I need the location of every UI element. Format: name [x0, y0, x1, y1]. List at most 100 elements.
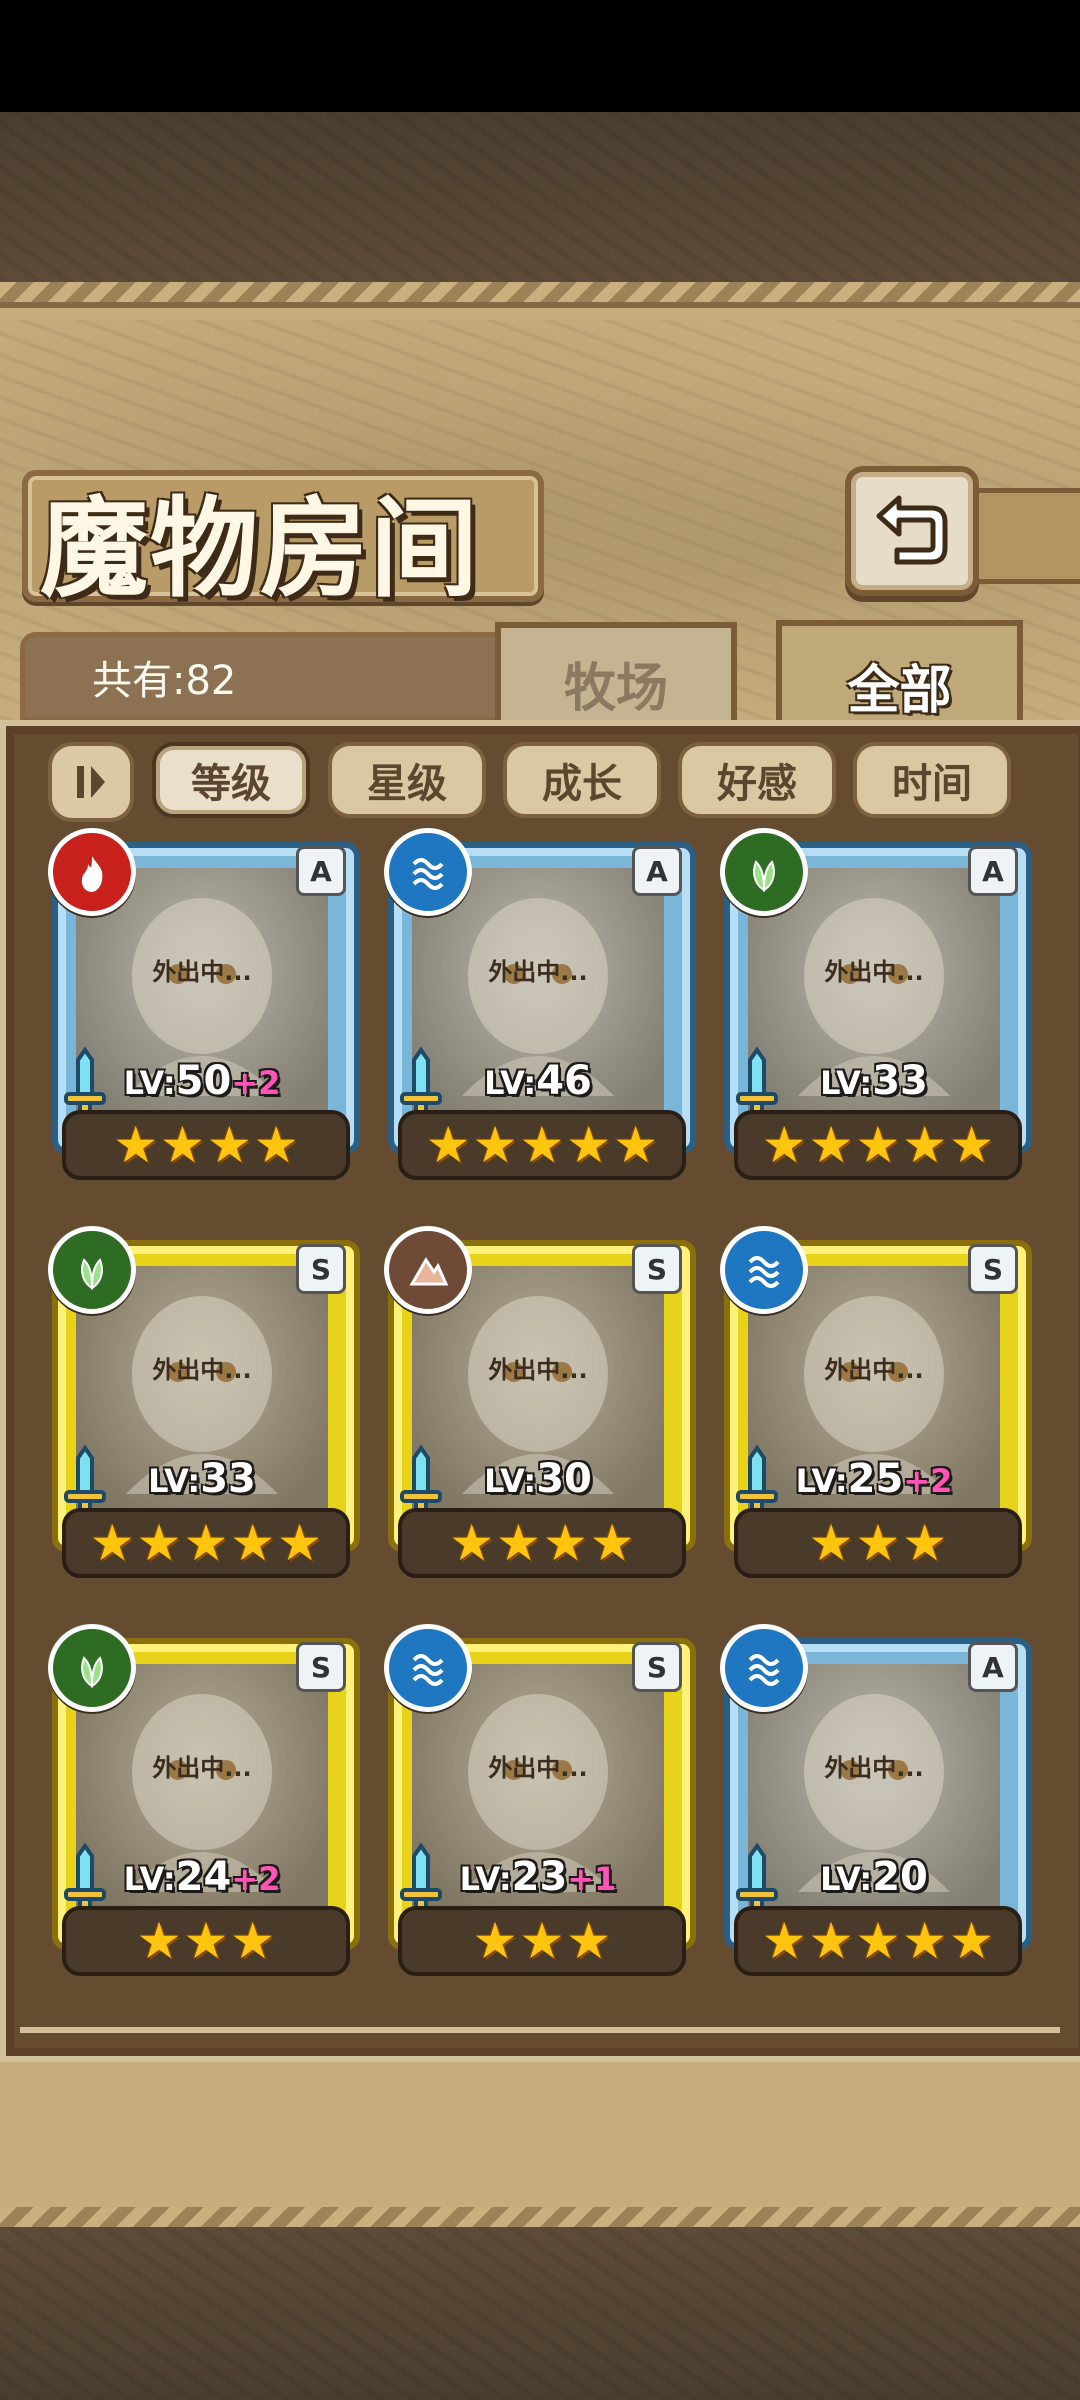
rank-badge: A: [632, 846, 682, 896]
star-icon: ★: [902, 1514, 948, 1572]
sort-level-button[interactable]: 等级: [152, 742, 310, 818]
water-element-badge: [720, 1624, 808, 1712]
level-text: LV:23+1: [388, 1854, 688, 1900]
star-rating: ★ ★ ★: [62, 1906, 350, 1976]
level-label: LV:: [820, 1064, 873, 1102]
level-bonus: +2: [231, 1860, 281, 1898]
level-text: LV:30: [388, 1456, 688, 1502]
level-label: LV:: [123, 1064, 176, 1102]
star-icon: ★: [230, 1912, 276, 1970]
star-icon: ★: [949, 1116, 995, 1174]
sort-growth-button[interactable]: 成长: [503, 742, 661, 818]
star-icon: ★: [761, 1912, 807, 1970]
level-value: 30: [536, 1456, 592, 1502]
water-element-icon: [748, 1654, 780, 1686]
monster-card[interactable]: 外出中... S LV:23+1 ★ ★ ★: [384, 1624, 696, 1978]
wood-element-icon: [81, 1258, 103, 1290]
star-icon: ★: [902, 1116, 948, 1174]
star-icon: ★: [113, 1116, 159, 1174]
star-rating: ★ ★ ★ ★ ★: [734, 1110, 1022, 1180]
level-text: LV:33: [724, 1058, 1024, 1104]
water-element-icon: [412, 858, 444, 890]
level-value: 25: [847, 1456, 904, 1502]
star-icon: ★: [160, 1116, 205, 1174]
star-icon: ★: [253, 1116, 299, 1174]
star-icon: ★: [496, 1514, 541, 1572]
status-label: 外出中...: [488, 1754, 588, 1782]
sort-affection-button[interactable]: 好感: [678, 742, 836, 818]
star-icon: ★: [808, 1116, 854, 1174]
monster-card[interactable]: 外出中... S LV:24+2 ★ ★ ★: [48, 1624, 360, 1978]
star-icon: ★: [449, 1514, 495, 1572]
page-title: 魔物房间: [40, 486, 481, 612]
rank-badge: A: [968, 1642, 1018, 1692]
monster-count: 共有:82: [92, 658, 237, 704]
wood-element-icon: [81, 1656, 103, 1688]
star-rating: ★ ★ ★ ★: [398, 1508, 686, 1578]
star-icon: ★: [855, 1514, 901, 1572]
star-icon: ★: [613, 1116, 659, 1174]
star-rating: ★ ★ ★ ★: [62, 1110, 350, 1180]
status-label: 外出中...: [488, 958, 588, 986]
water-element-badge: [384, 828, 472, 916]
monster-card[interactable]: 外出中... A LV:33 ★ ★ ★ ★ ★: [720, 828, 1032, 1182]
sort-star-button[interactable]: 星级: [328, 742, 486, 818]
level-text: LV:50+2: [52, 1058, 352, 1104]
sort-toggle-button[interactable]: [48, 742, 134, 822]
wood-element-badge: [48, 1226, 136, 1314]
star-icon: ★: [902, 1912, 948, 1970]
star-icon: ★: [855, 1912, 901, 1970]
level-label: LV:: [123, 1860, 176, 1898]
status-label: 外出中...: [152, 1356, 252, 1384]
water-element-badge: [720, 1226, 808, 1314]
star-icon: ★: [183, 1912, 229, 1970]
water-element-icon: [748, 1256, 780, 1288]
monster-card[interactable]: 外出中... S LV:30 ★ ★ ★ ★: [384, 1226, 696, 1580]
level-label: LV:: [484, 1064, 537, 1102]
monster-card[interactable]: 外出中... A LV:50+2 ★ ★ ★ ★: [48, 828, 360, 1182]
status-label: 外出中...: [488, 1356, 588, 1384]
earth-element-badge: [384, 1226, 472, 1314]
monster-card[interactable]: 外出中... A LV:46 ★ ★ ★ ★ ★: [384, 828, 696, 1182]
star-icon: ★: [230, 1514, 276, 1572]
status-label: 外出中...: [824, 958, 924, 986]
level-label: LV:: [795, 1462, 848, 1500]
level-label: LV:: [820, 1860, 873, 1898]
back-button[interactable]: [845, 466, 979, 596]
top-background: [0, 112, 1080, 302]
sort-bar: 等级 星级 成长 好感 时间: [48, 742, 1048, 822]
back-arrow-icon: [876, 495, 948, 565]
star-icon: ★: [808, 1514, 854, 1572]
fire-element-badge: [48, 828, 136, 916]
level-label: LV:: [484, 1462, 537, 1500]
status-bar: [0, 0, 1080, 112]
level-bonus: +2: [903, 1462, 953, 1500]
star-rating: ★ ★ ★: [398, 1906, 686, 1976]
level-text: LV:25+2: [724, 1456, 1024, 1502]
rank-badge: S: [296, 1642, 346, 1692]
level-value: 33: [200, 1456, 256, 1502]
status-label: 外出中...: [824, 1754, 924, 1782]
wood-element-badge: [720, 828, 808, 916]
level-label: LV:: [148, 1462, 201, 1500]
star-icon: ★: [949, 1912, 995, 1970]
monster-card[interactable]: 外出中... A LV:20 ★ ★ ★ ★ ★: [720, 1624, 1032, 1978]
rank-badge: S: [632, 1642, 682, 1692]
back-rail: [965, 488, 1080, 584]
star-icon: ★: [136, 1514, 182, 1572]
star-rating: ★ ★ ★ ★ ★: [734, 1906, 1022, 1976]
fire-element-icon: [81, 856, 103, 892]
monster-card[interactable]: 外出中... S LV:33 ★ ★ ★ ★ ★: [48, 1226, 360, 1580]
star-icon: ★: [472, 1116, 518, 1174]
star-icon: ★: [589, 1514, 635, 1572]
star-icon: ★: [566, 1116, 612, 1174]
star-rating: ★ ★ ★: [734, 1508, 1022, 1578]
sort-time-button[interactable]: 时间: [853, 742, 1011, 818]
star-icon: ★: [207, 1116, 252, 1174]
star-icon: ★: [761, 1116, 807, 1174]
monster-card[interactable]: 外出中... S LV:25+2 ★ ★ ★: [720, 1226, 1032, 1580]
star-icon: ★: [183, 1514, 229, 1572]
star-icon: ★: [425, 1116, 471, 1174]
rank-badge: S: [968, 1244, 1018, 1294]
wood-element-icon: [753, 860, 775, 892]
